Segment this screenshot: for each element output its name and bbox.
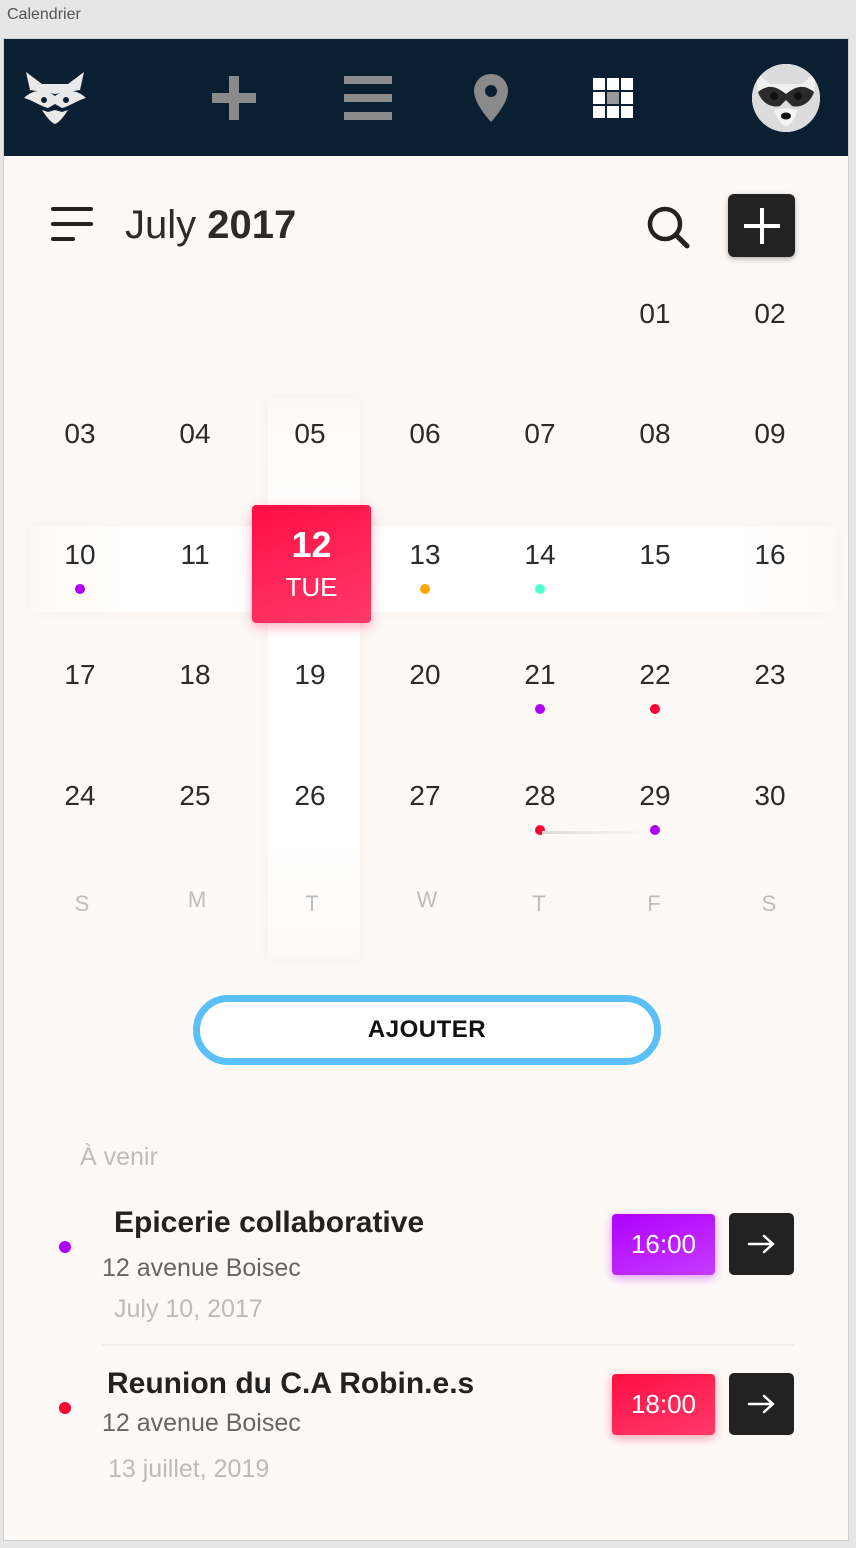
selected-day-weekday: TUE: [285, 572, 338, 602]
month-title: July 2017: [125, 203, 296, 248]
calendar-day[interactable]: 18: [155, 659, 235, 691]
avatar[interactable]: [752, 64, 820, 132]
calendar-day[interactable]: 19: [270, 659, 350, 691]
plus-icon[interactable]: [209, 39, 259, 156]
calendar-day[interactable]: 16: [730, 539, 810, 571]
calendar-day[interactable]: 30: [730, 780, 810, 812]
event-dot: [420, 584, 430, 594]
calendar-day[interactable]: 04: [155, 418, 235, 450]
top-nav-bar: [4, 39, 848, 156]
calendar-day[interactable]: 24: [40, 780, 120, 812]
calendar-day[interactable]: 13: [385, 539, 465, 571]
event-title: Epicerie collaborative: [114, 1206, 425, 1239]
event-dot: [650, 704, 660, 714]
event-title: Reunion du C.A Robin.e.s: [107, 1367, 475, 1400]
arrow-right-icon: [747, 1234, 774, 1254]
event-address: 12 avenue Boisec: [102, 1409, 301, 1437]
event-date: 13 juillet, 2019: [108, 1455, 270, 1483]
event-address: 12 avenue Boisec: [102, 1254, 301, 1282]
plus-icon: [743, 207, 780, 244]
calendar-day[interactable]: 15: [615, 539, 695, 571]
location-pin-icon[interactable]: [474, 39, 508, 156]
calendar-day[interactable]: 07: [500, 418, 580, 450]
weekday-label: S: [74, 891, 90, 916]
calendar-day[interactable]: 21: [500, 659, 580, 691]
calendar-day[interactable]: 06: [385, 418, 465, 450]
calendar-day[interactable]: 02: [730, 298, 810, 330]
weekday-label: T: [305, 891, 319, 916]
weekday-label: F: [647, 891, 661, 916]
calendar-day[interactable]: 23: [730, 659, 810, 691]
calendar-day[interactable]: 14: [500, 539, 580, 571]
weekday-label: W: [416, 887, 438, 912]
calendar-day[interactable]: 10: [40, 539, 120, 571]
search-icon[interactable]: [646, 205, 690, 249]
event-open-button[interactable]: [729, 1373, 794, 1435]
calendar-day[interactable]: 09: [730, 418, 810, 450]
selected-day[interactable]: 12 TUE: [252, 505, 371, 623]
calendar-day[interactable]: 05: [270, 418, 350, 450]
upcoming-heading: À venir: [80, 1143, 158, 1171]
event-time-badge[interactable]: 16:00: [612, 1214, 715, 1275]
calendar-day[interactable]: 17: [40, 659, 120, 691]
add-event-button[interactable]: [728, 194, 795, 257]
event-open-button[interactable]: [729, 1213, 794, 1275]
calendar-day[interactable]: 11: [155, 539, 235, 571]
year-label: 2017: [207, 203, 297, 247]
hamburger-menu-icon[interactable]: [51, 205, 95, 250]
grid-icon[interactable]: [592, 39, 634, 156]
event-time-badge[interactable]: 18:00: [612, 1374, 715, 1435]
arrow-right-icon: [747, 1394, 774, 1414]
weekday-label: T: [532, 891, 546, 916]
weekday-label: S: [761, 891, 777, 916]
calendar-day[interactable]: 20: [385, 659, 465, 691]
month-label: July: [125, 203, 197, 247]
event-dot: [535, 584, 545, 594]
weekday-label: M: [187, 887, 207, 912]
calendar-day[interactable]: 28: [500, 780, 580, 812]
calendar-day[interactable]: 01: [615, 298, 695, 330]
calendar-day[interactable]: 26: [270, 780, 350, 812]
calendar-day[interactable]: 22: [615, 659, 695, 691]
event-color-dot: [59, 1241, 71, 1253]
calendar-day[interactable]: 08: [615, 418, 695, 450]
calendar-day[interactable]: 27: [385, 780, 465, 812]
event-color-dot: [59, 1402, 71, 1414]
event-date: July 10, 2017: [114, 1295, 263, 1323]
event-dot: [75, 584, 85, 594]
divider: [102, 1344, 794, 1346]
event-range-line: [542, 831, 652, 834]
event-dot: [535, 704, 545, 714]
window-title: Calendrier: [7, 6, 81, 23]
raccoon-logo-icon[interactable]: [18, 39, 92, 156]
app-window: July 2017 01 02 03 04 05 06 07 08 09 10 11 13 14 15 16…: [3, 38, 849, 1541]
calendar-day[interactable]: 29: [615, 780, 695, 812]
selected-day-number: 12: [291, 524, 332, 565]
calendar-day[interactable]: 25: [155, 780, 235, 812]
calendar-day[interactable]: 03: [40, 418, 120, 450]
menu-icon[interactable]: [344, 39, 392, 156]
ajouter-button[interactable]: AJOUTER: [193, 995, 661, 1065]
